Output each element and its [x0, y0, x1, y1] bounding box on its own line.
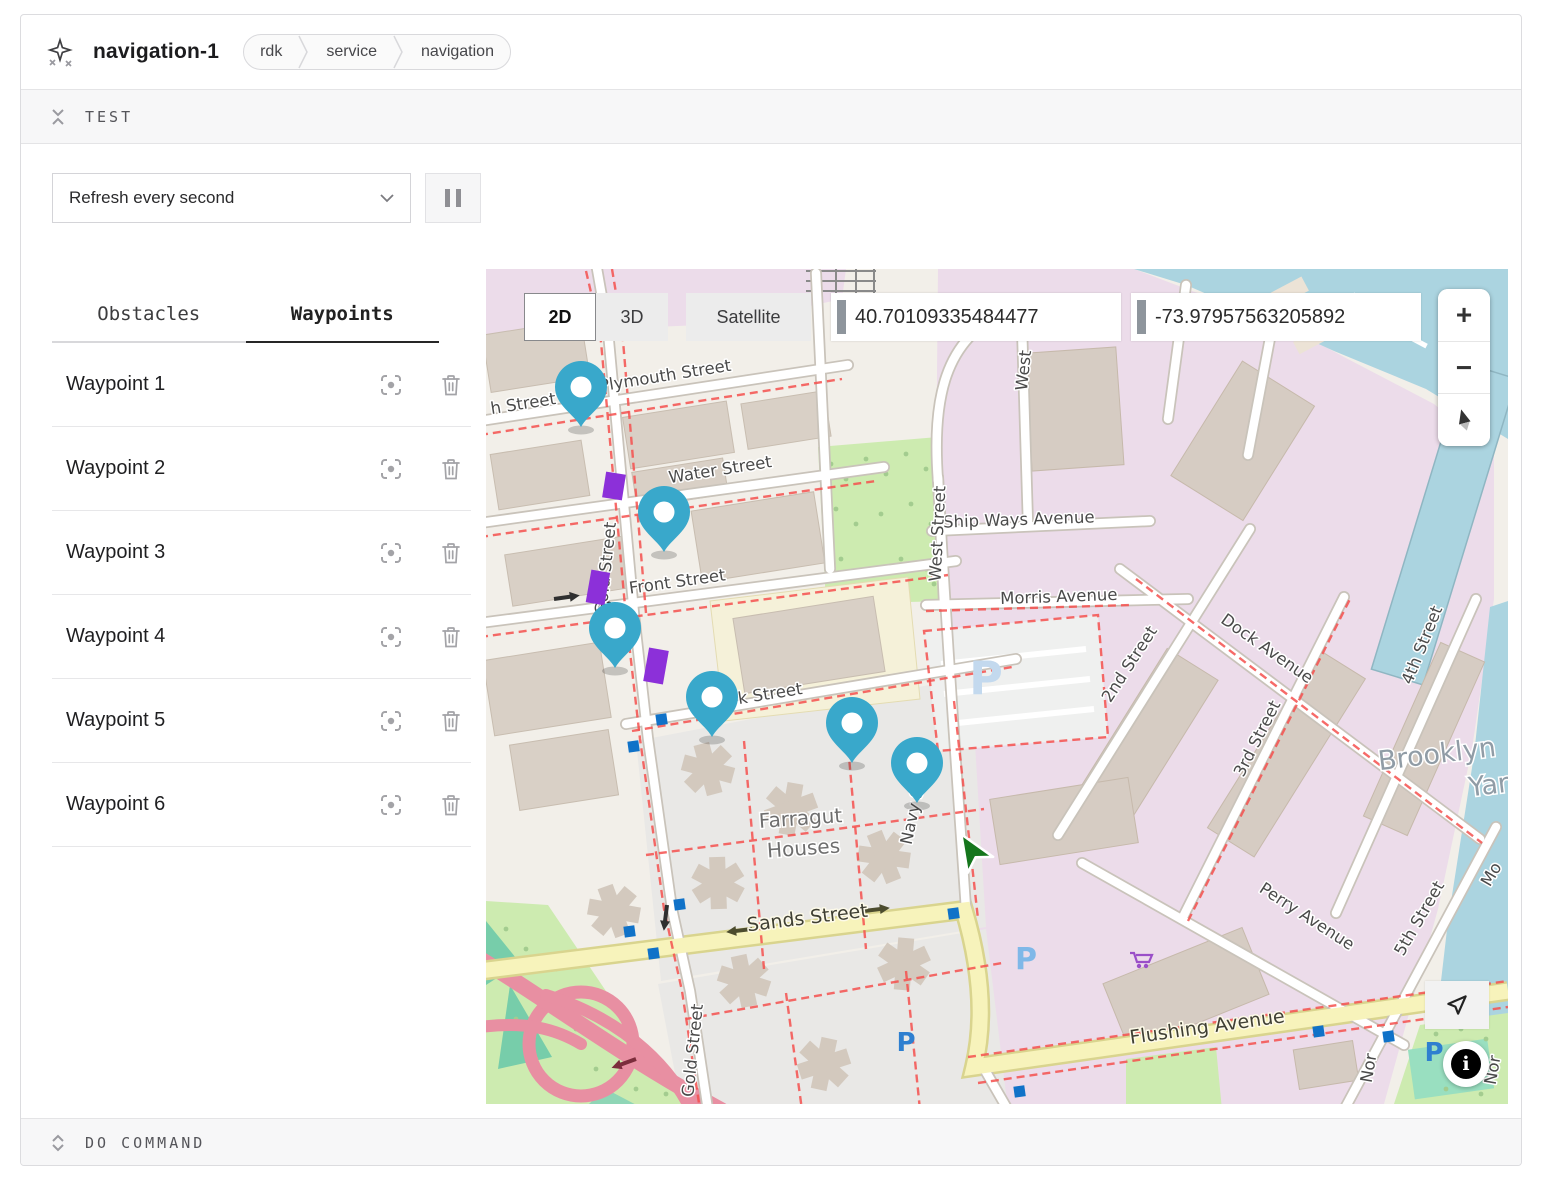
map-3d-button[interactable]: 3D: [596, 293, 668, 341]
test-section-label: TEST: [85, 108, 133, 126]
delete-waypoint-button[interactable]: [439, 709, 463, 733]
waypoint-row: Waypoint 3: [52, 511, 471, 595]
delete-waypoint-button[interactable]: [439, 625, 463, 649]
focus-icon: [379, 541, 403, 565]
delete-waypoint-button[interactable]: [439, 793, 463, 817]
drag-handle[interactable]: [1137, 300, 1146, 334]
navigation-arrow-icon: [1444, 992, 1470, 1018]
parking-icon: P: [1424, 1038, 1443, 1068]
test-section-header[interactable]: TEST: [21, 89, 1521, 144]
card-header: navigation-1 rdk service navigation: [21, 15, 1521, 89]
tab-waypoints[interactable]: Waypoints: [246, 297, 440, 343]
waypoint-name: Waypoint 3: [66, 541, 379, 564]
delete-waypoint-button[interactable]: [439, 373, 463, 397]
do-command-section-header[interactable]: DO COMMAND: [21, 1118, 1521, 1166]
waypoint-row: Waypoint 5: [52, 679, 471, 763]
waypoint-name: Waypoint 2: [66, 457, 379, 480]
delete-waypoint-button[interactable]: [439, 541, 463, 565]
expand-icon: [49, 1134, 67, 1152]
center-on-waypoint-button[interactable]: [379, 625, 403, 649]
pause-icon: [445, 189, 450, 207]
tab-obstacles[interactable]: Obstacles: [52, 297, 246, 343]
chevron-down-icon: [380, 194, 394, 203]
drag-handle[interactable]: [837, 300, 846, 334]
center-on-waypoint-button[interactable]: [379, 373, 403, 397]
waypoint-marker[interactable]: [555, 361, 607, 435]
breadcrumb-item: service: [310, 43, 393, 61]
focus-icon: [379, 625, 403, 649]
refresh-rate-value: Refresh every second: [69, 188, 380, 208]
navigation-map[interactable]: P P P P: [486, 269, 1508, 1104]
waypoint-row: Waypoint 1: [52, 343, 471, 427]
map-info-button[interactable]: i: [1443, 1041, 1489, 1087]
breadcrumb: rdk service navigation: [243, 34, 511, 70]
waypoint-name: Waypoint 5: [66, 709, 379, 732]
pause-refresh-button[interactable]: [425, 173, 481, 223]
trash-icon: [440, 709, 462, 733]
longitude-input[interactable]: [1155, 306, 1405, 329]
focus-icon: [379, 457, 403, 481]
delete-waypoint-button[interactable]: [439, 457, 463, 481]
compass-icon: [1452, 407, 1476, 433]
map-canvas[interactable]: P P P P: [486, 269, 1508, 1104]
trash-icon: [440, 793, 462, 817]
map-satellite-button[interactable]: Satellite: [686, 293, 811, 341]
place-label: Yard: [1466, 766, 1508, 804]
center-on-waypoint-button[interactable]: [379, 709, 403, 733]
obstacle-marker: [643, 648, 669, 685]
navigation-service-card: navigation-1 rdk service navigation TEST…: [20, 14, 1522, 1166]
obstacle-marker: [602, 472, 626, 501]
info-icon: i: [1451, 1049, 1481, 1079]
service-sparkle-icon: [47, 37, 75, 67]
zoom-out-button[interactable]: −: [1438, 341, 1490, 394]
waypoint-marker[interactable]: [638, 486, 690, 560]
parking-icon: P: [1015, 942, 1037, 977]
breadcrumb-item: rdk: [244, 43, 298, 61]
parking-icon: P: [969, 651, 1003, 705]
focus-icon: [379, 373, 403, 397]
latitude-field: [831, 293, 1121, 341]
breadcrumb-item: navigation: [405, 43, 510, 61]
collapse-icon: [49, 108, 67, 126]
waypoint-row: Waypoint 4: [52, 595, 471, 679]
center-on-waypoint-button[interactable]: [379, 793, 403, 817]
refresh-rate-select[interactable]: Refresh every second: [52, 173, 411, 223]
waypoint-name: Waypoint 1: [66, 373, 379, 396]
recenter-robot-button[interactable]: [1425, 981, 1489, 1029]
parking-icon: P: [896, 1028, 915, 1058]
waypoint-name: Waypoint 4: [66, 625, 379, 648]
trash-icon: [440, 373, 462, 397]
trash-icon: [440, 625, 462, 649]
breadcrumb-separator-icon: [298, 34, 310, 70]
map-2d-button[interactable]: 2D: [524, 293, 596, 341]
center-on-waypoint-button[interactable]: [379, 457, 403, 481]
waypoint-row: Waypoint 6: [52, 763, 471, 847]
compass-button[interactable]: [1438, 393, 1490, 446]
map-zoom-control: + −: [1438, 289, 1490, 446]
page-title: navigation-1: [93, 40, 219, 64]
focus-icon: [379, 709, 403, 733]
do-command-label: DO COMMAND: [85, 1134, 205, 1152]
zoom-in-button[interactable]: +: [1438, 289, 1490, 341]
latitude-input[interactable]: [855, 306, 1105, 329]
focus-icon: [379, 793, 403, 817]
place-label: Houses: [766, 833, 841, 862]
longitude-field: [1131, 293, 1421, 341]
waypoint-name: Waypoint 6: [66, 793, 379, 816]
breadcrumb-separator-icon: [393, 34, 405, 70]
list-tabs: Obstacles Waypoints: [52, 297, 439, 343]
waypoint-list: Waypoint 1 Waypoint 2 Waypoint 3: [52, 343, 471, 847]
trash-icon: [440, 541, 462, 565]
center-on-waypoint-button[interactable]: [379, 541, 403, 565]
trash-icon: [440, 457, 462, 481]
waypoint-row: Waypoint 2: [52, 427, 471, 511]
